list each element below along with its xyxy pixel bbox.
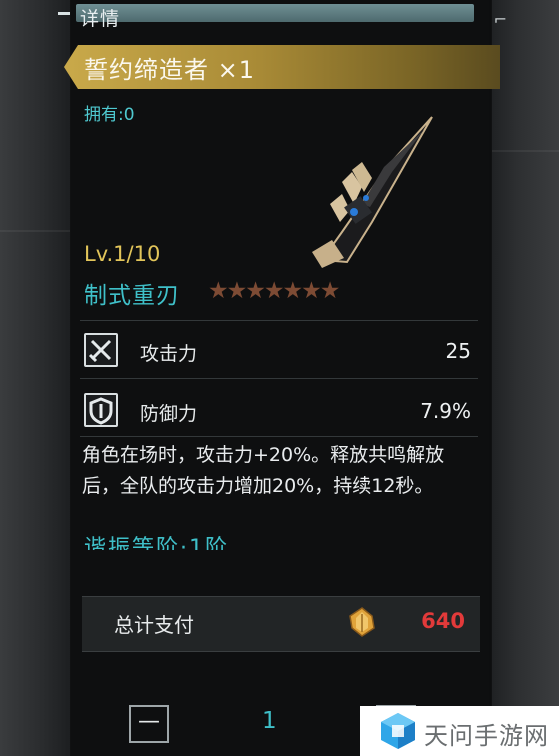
defense-label: 防御力 xyxy=(140,403,198,425)
attack-label: 攻击力 xyxy=(140,343,198,365)
defense-shield-icon xyxy=(84,393,118,427)
header-dash xyxy=(58,12,70,15)
background-line xyxy=(0,230,70,232)
divider xyxy=(80,436,478,437)
watermark-logo-icon xyxy=(381,713,415,749)
watermark-text: 天问手游网 xyxy=(424,722,549,750)
page-title: 详情 xyxy=(80,8,121,30)
corner-bracket-icon: ⌐ xyxy=(493,10,507,29)
divider xyxy=(80,320,478,321)
owned-count: 拥有:0 xyxy=(84,105,135,125)
total-payment-label: 总计支付 xyxy=(114,613,194,637)
description-cutoff: 谐振等阶·1阶 xyxy=(84,536,384,550)
background-left xyxy=(0,0,70,756)
description-cutoff-text: 谐振等阶·1阶 xyxy=(84,536,229,550)
divider xyxy=(80,378,478,379)
weapon-level: Lv.1/10 xyxy=(84,242,161,266)
defense-value: 7.9% xyxy=(420,399,471,423)
background-right xyxy=(489,0,559,756)
rarity-stars: ★★★★★★★ xyxy=(208,278,340,304)
attack-value: 25 xyxy=(445,339,471,363)
quantity-value: 1 xyxy=(262,708,277,734)
item-name: 誓约缔造者 ×1 xyxy=(84,56,256,84)
quantity-minus-button[interactable]: — xyxy=(129,705,169,743)
weapon-blade-icon xyxy=(312,116,433,268)
weapon-description: 角色在场时，攻击力+20%。释放共鸣解放后，全队的攻击力增加20%，持续12秒。 xyxy=(82,444,445,497)
background-line xyxy=(490,150,559,152)
header-bar xyxy=(76,4,474,22)
weapon-type: 制式重刃 xyxy=(84,283,180,309)
attack-icon xyxy=(84,333,118,367)
shell-coin-icon xyxy=(349,607,375,637)
total-payment-amount: 640 xyxy=(421,609,465,633)
